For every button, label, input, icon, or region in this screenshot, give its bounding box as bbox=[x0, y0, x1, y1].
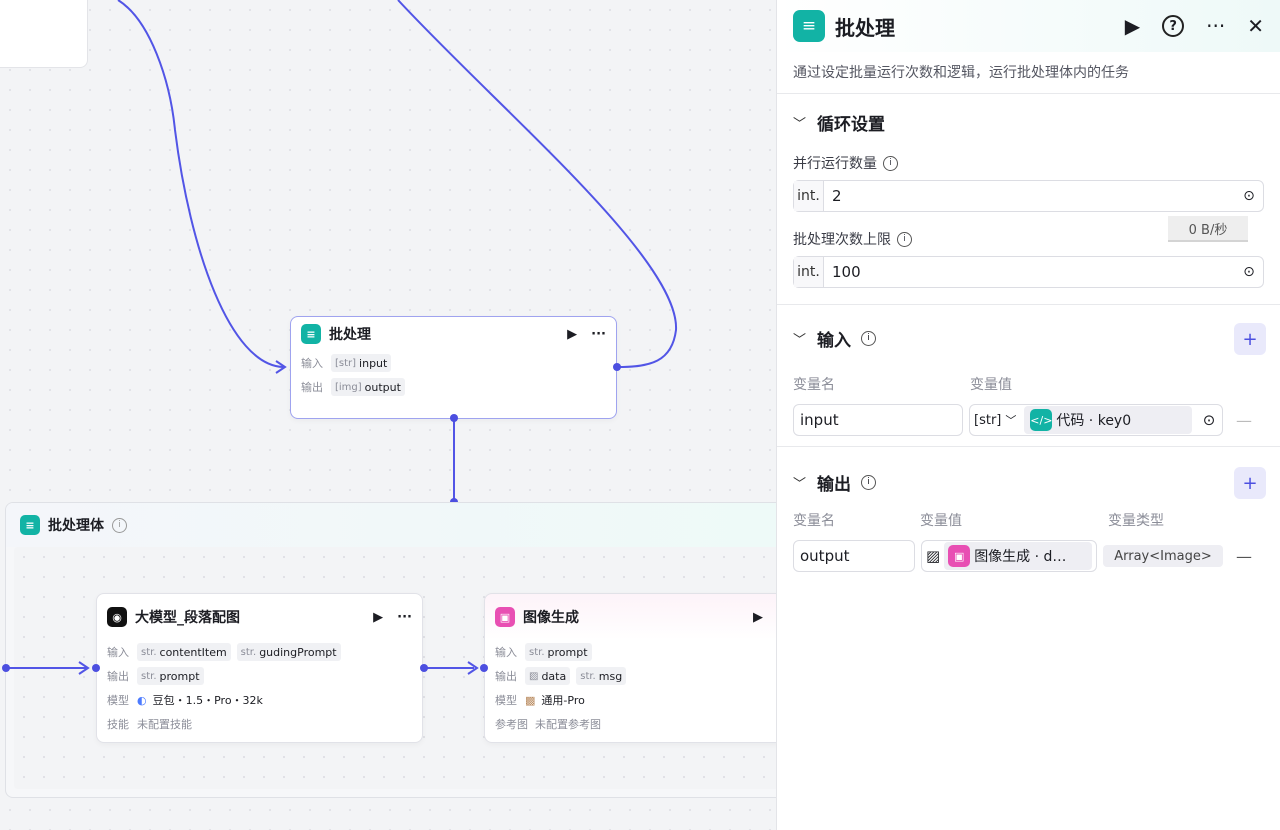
image-icon: ▣ bbox=[495, 607, 515, 627]
input-section: ﹀ 输入 i + 变量名 变量值 input [str] ﹀ </> 代码 · key0… bbox=[777, 305, 1280, 447]
run-icon[interactable]: ▶ bbox=[1125, 14, 1140, 38]
output-section: ﹀ 输出 i + 变量名 变量值 变量类型 output ▨ ▣ 图像生成 · d… Ar… bbox=[777, 447, 1280, 573]
code-icon: </> bbox=[1030, 409, 1052, 431]
more-icon[interactable]: ··· bbox=[397, 610, 412, 625]
llm-out-port[interactable] bbox=[420, 664, 428, 672]
variable-ref-icon[interactable]: ⊙ bbox=[1235, 264, 1263, 280]
add-output-button[interactable]: + bbox=[1234, 467, 1266, 499]
llm-icon: ◉ bbox=[107, 607, 127, 627]
info-icon[interactable]: i bbox=[861, 474, 876, 490]
image-icon: ▣ bbox=[948, 545, 971, 567]
chevron-down-icon[interactable]: ﹀ bbox=[1005, 412, 1016, 428]
speed-badge: 0 B/秒 bbox=[1168, 216, 1248, 242]
chevron-down-icon[interactable]: ﹀ bbox=[793, 113, 807, 132]
image-in-port[interactable] bbox=[480, 664, 488, 672]
info-icon[interactable]: i bbox=[897, 231, 912, 247]
group-left-port[interactable] bbox=[2, 664, 10, 672]
loop-settings-section: ﹀ 循环设置 0 B/秒 并行运行数量 i int. 2 ⊙ 批处理次数上限 i in… bbox=[777, 94, 1280, 305]
chevron-down-icon[interactable]: ﹀ bbox=[793, 329, 807, 348]
output-var-type: Array<Image> bbox=[1103, 545, 1223, 567]
remove-input-button[interactable]: — bbox=[1229, 411, 1259, 430]
play-icon[interactable]: ▶ bbox=[753, 610, 763, 625]
input-var-value[interactable]: [str] ﹀ </> 代码 · key0 ⊙ bbox=[969, 404, 1223, 436]
add-input-button[interactable]: + bbox=[1234, 323, 1266, 355]
image-type-icon: ▨ bbox=[926, 547, 941, 565]
remove-output-button[interactable]: — bbox=[1229, 547, 1259, 566]
info-icon[interactable]: i bbox=[883, 155, 898, 171]
settings-panel: ≡ 批处理 ▶ ? ··· ✕ 通过设定批量运行次数和逻辑，运行批处理体内的任务… bbox=[776, 0, 1280, 830]
output-var-name[interactable]: output bbox=[793, 540, 915, 572]
output-var-row: output ▨ ▣ 图像生成 · d… Array<Image> — bbox=[793, 539, 1264, 573]
more-icon[interactable]: ··· bbox=[1206, 14, 1225, 38]
model-logo-icon: ◐ bbox=[137, 693, 147, 707]
model-avatar-icon: ▩ bbox=[525, 693, 536, 707]
image-node-title: 图像生成 bbox=[523, 610, 579, 626]
panel-description: 通过设定批量运行次数和逻辑，运行批处理体内的任务 bbox=[777, 52, 1280, 94]
parallel-count-input[interactable]: int. 2 ⊙ bbox=[793, 180, 1264, 212]
close-icon[interactable]: ✕ bbox=[1247, 14, 1264, 38]
llm-in-port[interactable] bbox=[92, 664, 100, 672]
image-gen-node[interactable]: ▣ 图像生成 ▶ 输入 str. prompt 输出 ▨ data str. msg … bbox=[484, 593, 784, 743]
output-var-value[interactable]: ▨ ▣ 图像生成 · d… bbox=[921, 540, 1097, 572]
llm-node[interactable]: ◉ 大模型_段落配图 ▶ ··· 输入 str. contentItem str. g… bbox=[96, 593, 423, 743]
help-icon[interactable]: ? bbox=[1162, 15, 1185, 37]
play-icon[interactable]: ▶ bbox=[373, 610, 383, 625]
batch-limit-input[interactable]: int. 100 ⊙ bbox=[793, 256, 1264, 288]
info-icon[interactable]: i bbox=[861, 330, 876, 346]
variable-ref-icon[interactable]: ⊙ bbox=[1196, 411, 1222, 429]
llm-node-title: 大模型_段落配图 bbox=[135, 610, 240, 626]
chevron-down-icon[interactable]: ﹀ bbox=[793, 473, 807, 492]
panel-title: 批处理 bbox=[835, 15, 895, 40]
input-var-row: input [str] ﹀ </> 代码 · key0 ⊙ — bbox=[793, 403, 1264, 437]
batch-icon: ≡ bbox=[793, 10, 825, 42]
variable-ref-icon[interactable]: ⊙ bbox=[1235, 188, 1263, 204]
image-type-icon: ▨ bbox=[529, 670, 539, 682]
input-var-name[interactable]: input bbox=[793, 404, 963, 436]
